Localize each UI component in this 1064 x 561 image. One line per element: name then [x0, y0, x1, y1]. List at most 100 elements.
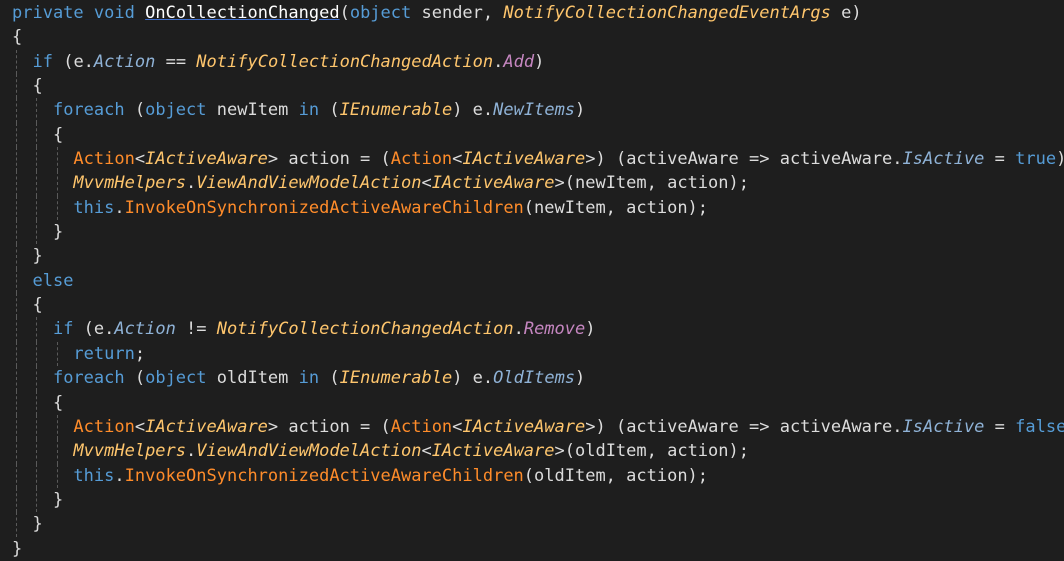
code-token-plain: ( — [319, 100, 340, 121]
code-token-kw: private — [12, 3, 84, 23]
code-line[interactable]: private void OnCollectionChanged(object … — [0, 1, 1064, 25]
code-token-punc: { — [12, 392, 64, 413]
code-token-kw: object — [145, 100, 207, 121]
code-token-plain: ; — [134, 343, 146, 364]
code-token-plain: . — [493, 51, 504, 72]
code-token-method: OnCollectionChanged — [145, 3, 340, 23]
code-token-kw: this — [73, 197, 115, 218]
code-line[interactable]: { — [0, 293, 1064, 318]
code-line[interactable]: if (e.Action == NotifyCollectionChangedA… — [0, 49, 1064, 75]
code-line[interactable]: } — [0, 537, 1064, 561]
code-token-punc: { — [12, 124, 64, 145]
code-token-plain: (oldItem, action); — [523, 465, 709, 486]
indent-guide — [56, 463, 58, 488]
indent-guide — [36, 487, 38, 513]
indent-guide — [16, 366, 17, 391]
code-token-iface: IActiveAware — [145, 416, 268, 437]
indent-guide — [56, 195, 58, 221]
code-line[interactable]: foreach (object newItem in (IEnumerable)… — [0, 98, 1064, 123]
code-token-type: NotifyCollectionChangedEventArgs — [503, 3, 831, 23]
code-line[interactable]: { — [0, 74, 1064, 99]
code-token-plain: >(oldItem, action); — [554, 441, 749, 462]
code-line[interactable]: } — [0, 487, 1064, 513]
indent-guide — [16, 98, 17, 123]
code-token-plain: (e. — [73, 319, 115, 340]
code-token-kw: foreach — [52, 368, 125, 389]
code-token-plain: < — [421, 173, 432, 194]
code-line[interactable]: { — [0, 25, 1064, 49]
code-token-plain: ( — [124, 368, 146, 389]
indent-guide — [36, 317, 38, 342]
indent-guide — [36, 195, 38, 221]
indent-guide — [36, 341, 38, 367]
indent-guide — [16, 341, 17, 367]
code-token-type: NotifyCollectionChangedAction — [216, 319, 514, 340]
code-token-plain: != — [175, 319, 217, 340]
code-line[interactable]: foreach (object oldItem in (IEnumerable)… — [0, 366, 1064, 391]
code-token-punc: } — [12, 222, 64, 243]
code-token-plain: . — [513, 319, 524, 340]
indent-guide — [16, 74, 17, 99]
code-line[interactable]: MvvmHelpers.ViewAndViewModelAction<IActi… — [0, 439, 1064, 464]
code-token-kw: false — [1015, 416, 1064, 437]
code-token-punc: } — [12, 489, 64, 510]
code-line[interactable]: Action<IActiveAware> action = (Action<IA… — [0, 147, 1064, 172]
code-line[interactable]: return; — [0, 341, 1064, 367]
code-token-type: MvvmHelpers — [73, 173, 187, 194]
code-line[interactable]: Action<IActiveAware> action = (Action<IA… — [0, 414, 1064, 440]
code-token-iface: IEnumerable — [339, 368, 453, 389]
code-line[interactable]: } — [0, 220, 1064, 245]
code-token-plain: ); — [1056, 149, 1064, 169]
indent-guide — [16, 195, 17, 221]
code-token-iface: IActiveAware — [462, 416, 586, 437]
code-token-kw: if — [52, 319, 74, 340]
indent-guide — [56, 147, 58, 172]
indent-guide — [36, 171, 38, 196]
indent-guide — [16, 463, 17, 488]
code-token-plain: . — [186, 441, 197, 462]
code-token-kw: in — [298, 368, 320, 389]
code-token-kw: object — [145, 368, 207, 389]
code-token-prop: IsActive — [902, 416, 985, 437]
code-token-plain: . — [186, 173, 197, 194]
code-token-plain: >) (activeAware => activeAware. — [585, 149, 903, 170]
code-token-plain: >) (activeAware => activeAware. — [585, 416, 903, 437]
code-token-plain: > action = ( — [267, 149, 391, 170]
code-token-plain: ) — [575, 100, 586, 121]
code-token-prop: IsActive — [902, 149, 985, 170]
code-token-plain: ( — [124, 100, 146, 121]
indent-guide — [56, 341, 58, 367]
indent-guide — [56, 439, 58, 464]
code-line[interactable]: this.InvokeOnSynchronizedActiveAwareChil… — [0, 195, 1064, 221]
code-line[interactable]: } — [0, 512, 1064, 537]
code-line[interactable]: MvvmHelpers.ViewAndViewModelAction<IActi… — [0, 171, 1064, 196]
code-token-iface: IActiveAware — [431, 441, 555, 462]
code-line[interactable]: } — [0, 244, 1064, 269]
code-line[interactable]: { — [0, 390, 1064, 415]
code-token-plain: < — [452, 149, 463, 170]
indent-guide — [16, 293, 17, 318]
indent-guide — [56, 171, 58, 196]
code-token-plain: > action = ( — [267, 416, 391, 437]
indent-guide — [16, 512, 17, 537]
code-token-func: InvokeOnSynchronizedActiveAwareChildren — [124, 465, 524, 486]
indent-guide — [16, 487, 17, 513]
code-line[interactable]: { — [0, 122, 1064, 148]
code-token-func: Action — [73, 416, 135, 437]
code-token-plain: ( — [319, 368, 340, 389]
code-token-punc: { — [12, 27, 23, 48]
code-token-punc: } — [12, 538, 23, 559]
code-line[interactable]: else — [0, 268, 1064, 294]
code-token-plain: oldItem — [206, 368, 299, 389]
code-line[interactable]: if (e.Action != NotifyCollectionChangedA… — [0, 317, 1064, 342]
code-editor[interactable]: private void OnCollectionChanged(object … — [0, 0, 1064, 559]
indent-guide — [16, 220, 17, 245]
code-token-plain: (newItem, action); — [523, 197, 709, 218]
code-line[interactable]: this.InvokeOnSynchronizedActiveAwareChil… — [0, 463, 1064, 488]
